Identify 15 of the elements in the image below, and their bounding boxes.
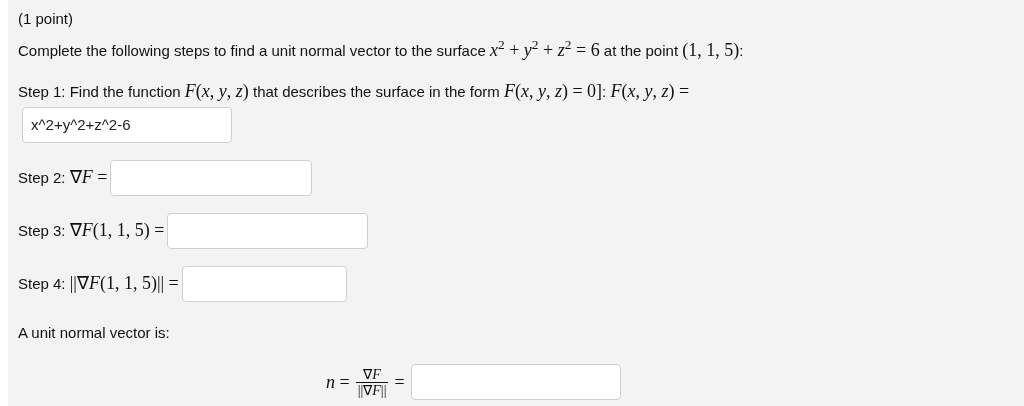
answer-field[interactable]: [167, 212, 369, 249]
formula-lhs: n =: [326, 370, 350, 394]
conclusion-text: A unit normal vector is:: [18, 322, 170, 343]
step-label: Step 1: Find the function F(x, y, z) that describes the surface in the form F(x, y, z) = 0]: F(x, y, z) =: [18, 79, 690, 103]
answer-field[interactable]: x^2+y^2+z^2-6: [22, 106, 232, 143]
question-text: Complete the following steps to find a unit normal vector to the surface x$^{2}$ + y$^{2}$ + z$^{2}$ = 6 at the point (1, 1, 5):: [18, 36, 744, 62]
step-label: Step 2: ∇F =: [18, 166, 108, 189]
points-label: (1 point): [18, 9, 74, 29]
fraction: ∇F ||∇F||: [355, 366, 389, 398]
formula-equals: =: [394, 370, 405, 394]
answer-field[interactable]: [410, 364, 621, 400]
answer-field[interactable]: [181, 265, 347, 302]
step-label: Step 3: ∇F(1, 1, 5) =: [18, 219, 165, 242]
step-label: Step 4: ||∇F(1, 1, 5)|| =: [18, 272, 179, 295]
answer-field[interactable]: [110, 159, 313, 196]
